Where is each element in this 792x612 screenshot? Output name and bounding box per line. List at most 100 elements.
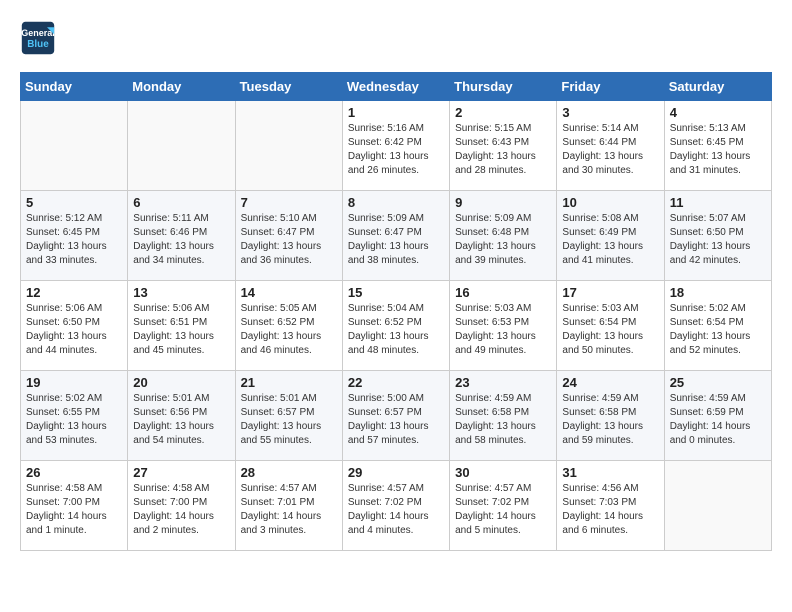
calendar-week-2: 5Sunrise: 5:12 AM Sunset: 6:45 PM Daylig… [21,191,772,281]
cell-info: Sunrise: 5:02 AM Sunset: 6:54 PM Dayligh… [670,302,766,358]
day-number: 16 [455,285,551,300]
calendar-week-1: 1 Sunrise: 5:16 AM Sunset: 6:42 PM Daylig… [21,101,772,191]
calendar-cell: 15Sunrise: 5:04 AM Sunset: 6:52 PM Dayli… [342,281,449,371]
cell-info: Sunrise: 5:01 AM Sunset: 6:56 PM Dayligh… [133,392,229,448]
logo: General Blue [20,20,60,56]
cell-info: Sunrise: 4:57 AM Sunset: 7:01 PM Dayligh… [241,482,337,538]
calendar-cell: 7 Sunrise: 5:10 AM Sunset: 6:47 PM Daylig… [235,191,342,281]
cell-info: Sunrise: 5:16 AM Sunset: 6:42 PM Dayligh… [348,122,444,178]
cell-info: Sunrise: 5:09 AM Sunset: 6:48 PM Dayligh… [455,212,551,268]
day-number: 14 [241,285,337,300]
calendar-cell: 23Sunrise: 4:59 AM Sunset: 6:58 PM Dayli… [450,371,557,461]
day-number: 29 [348,465,444,480]
cell-info: Sunrise: 5:14 AM Sunset: 6:44 PM Dayligh… [562,122,658,178]
calendar-cell: 30 Sunrise: 4:57 AM Sunset: 7:02 PM Dayli… [450,461,557,551]
day-header-friday: Friday [557,73,664,101]
calendar-cell: 8 Sunrise: 5:09 AM Sunset: 6:47 PM Daylig… [342,191,449,281]
calendar-cell [235,101,342,191]
cell-info: Sunrise: 5:11 AM Sunset: 6:46 PM Dayligh… [133,212,229,268]
calendar-cell: 5Sunrise: 5:12 AM Sunset: 6:45 PM Daylig… [21,191,128,281]
calendar-week-4: 19Sunrise: 5:02 AM Sunset: 6:55 PM Dayli… [21,371,772,461]
cell-info: Sunrise: 5:06 AM Sunset: 6:50 PM Dayligh… [26,302,122,358]
cell-info: Sunrise: 5:05 AM Sunset: 6:52 PM Dayligh… [241,302,337,358]
cell-info: Sunrise: 5:15 AM Sunset: 6:43 PM Dayligh… [455,122,551,178]
day-number: 12 [26,285,122,300]
cell-info: Sunrise: 4:58 AM Sunset: 7:00 PM Dayligh… [26,482,122,538]
day-number: 25 [670,375,766,390]
day-number: 17 [562,285,658,300]
calendar-cell: 1 Sunrise: 5:16 AM Sunset: 6:42 PM Daylig… [342,101,449,191]
day-number: 20 [133,375,229,390]
calendar-week-3: 12 Sunrise: 5:06 AM Sunset: 6:50 PM Dayli… [21,281,772,371]
calendar-cell: 25 Sunrise: 4:59 AM Sunset: 6:59 PM Dayli… [664,371,771,461]
calendar-cell: 24 Sunrise: 4:59 AM Sunset: 6:58 PM Dayli… [557,371,664,461]
calendar-cell: 26 Sunrise: 4:58 AM Sunset: 7:00 PM Dayli… [21,461,128,551]
cell-info: Sunrise: 5:13 AM Sunset: 6:45 PM Dayligh… [670,122,766,178]
calendar-cell: 22Sunrise: 5:00 AM Sunset: 6:57 PM Dayli… [342,371,449,461]
page-header: General Blue [20,20,772,56]
day-number: 23 [455,375,551,390]
logo-icon: General Blue [20,20,56,56]
calendar-cell: 4 Sunrise: 5:13 AM Sunset: 6:45 PM Daylig… [664,101,771,191]
day-number: 26 [26,465,122,480]
calendar-cell: 17 Sunrise: 5:03 AM Sunset: 6:54 PM Dayli… [557,281,664,371]
calendar-cell: 28 Sunrise: 4:57 AM Sunset: 7:01 PM Dayli… [235,461,342,551]
calendar-header: SundayMondayTuesdayWednesdayThursdayFrid… [21,73,772,101]
cell-info: Sunrise: 5:06 AM Sunset: 6:51 PM Dayligh… [133,302,229,358]
day-header-saturday: Saturday [664,73,771,101]
header-row: SundayMondayTuesdayWednesdayThursdayFrid… [21,73,772,101]
day-number: 28 [241,465,337,480]
day-header-sunday: Sunday [21,73,128,101]
day-header-wednesday: Wednesday [342,73,449,101]
cell-info: Sunrise: 4:59 AM Sunset: 6:58 PM Dayligh… [562,392,658,448]
calendar-cell: 2Sunrise: 5:15 AM Sunset: 6:43 PM Daylig… [450,101,557,191]
day-number: 24 [562,375,658,390]
cell-info: Sunrise: 5:08 AM Sunset: 6:49 PM Dayligh… [562,212,658,268]
calendar-cell: 18Sunrise: 5:02 AM Sunset: 6:54 PM Dayli… [664,281,771,371]
calendar-week-5: 26 Sunrise: 4:58 AM Sunset: 7:00 PM Dayli… [21,461,772,551]
calendar-cell: 11 Sunrise: 5:07 AM Sunset: 6:50 PM Dayli… [664,191,771,281]
cell-info: Sunrise: 5:07 AM Sunset: 6:50 PM Dayligh… [670,212,766,268]
day-header-thursday: Thursday [450,73,557,101]
day-number: 13 [133,285,229,300]
calendar-cell: 16 Sunrise: 5:03 AM Sunset: 6:53 PM Dayli… [450,281,557,371]
cell-info: Sunrise: 5:12 AM Sunset: 6:45 PM Dayligh… [26,212,122,268]
day-number: 1 [348,105,444,120]
day-number: 21 [241,375,337,390]
cell-info: Sunrise: 4:57 AM Sunset: 7:02 PM Dayligh… [455,482,551,538]
cell-info: Sunrise: 5:03 AM Sunset: 6:54 PM Dayligh… [562,302,658,358]
day-number: 15 [348,285,444,300]
calendar-cell: 10 Sunrise: 5:08 AM Sunset: 6:49 PM Dayli… [557,191,664,281]
calendar-cell: 12 Sunrise: 5:06 AM Sunset: 6:50 PM Dayli… [21,281,128,371]
calendar-body: 1 Sunrise: 5:16 AM Sunset: 6:42 PM Daylig… [21,101,772,551]
calendar-cell: 27Sunrise: 4:58 AM Sunset: 7:00 PM Dayli… [128,461,235,551]
cell-info: Sunrise: 5:03 AM Sunset: 6:53 PM Dayligh… [455,302,551,358]
calendar-cell: 9Sunrise: 5:09 AM Sunset: 6:48 PM Daylig… [450,191,557,281]
cell-info: Sunrise: 5:10 AM Sunset: 6:47 PM Dayligh… [241,212,337,268]
calendar-cell: 20 Sunrise: 5:01 AM Sunset: 6:56 PM Dayli… [128,371,235,461]
day-number: 22 [348,375,444,390]
cell-info: Sunrise: 4:56 AM Sunset: 7:03 PM Dayligh… [562,482,658,538]
svg-text:Blue: Blue [27,39,49,50]
day-header-tuesday: Tuesday [235,73,342,101]
day-number: 7 [241,195,337,210]
day-number: 8 [348,195,444,210]
cell-info: Sunrise: 5:09 AM Sunset: 6:47 PM Dayligh… [348,212,444,268]
day-number: 4 [670,105,766,120]
calendar-cell: 29 Sunrise: 4:57 AM Sunset: 7:02 PM Dayli… [342,461,449,551]
day-number: 30 [455,465,551,480]
day-number: 11 [670,195,766,210]
calendar-cell [128,101,235,191]
calendar-cell: 21 Sunrise: 5:01 AM Sunset: 6:57 PM Dayli… [235,371,342,461]
cell-info: Sunrise: 5:01 AM Sunset: 6:57 PM Dayligh… [241,392,337,448]
cell-info: Sunrise: 4:58 AM Sunset: 7:00 PM Dayligh… [133,482,229,538]
calendar-cell [664,461,771,551]
calendar-cell: 3 Sunrise: 5:14 AM Sunset: 6:44 PM Daylig… [557,101,664,191]
day-number: 10 [562,195,658,210]
cell-info: Sunrise: 4:59 AM Sunset: 6:59 PM Dayligh… [670,392,766,448]
day-number: 3 [562,105,658,120]
cell-info: Sunrise: 4:57 AM Sunset: 7:02 PM Dayligh… [348,482,444,538]
calendar-cell: 31Sunrise: 4:56 AM Sunset: 7:03 PM Dayli… [557,461,664,551]
calendar-cell [21,101,128,191]
calendar-table: SundayMondayTuesdayWednesdayThursdayFrid… [20,72,772,551]
